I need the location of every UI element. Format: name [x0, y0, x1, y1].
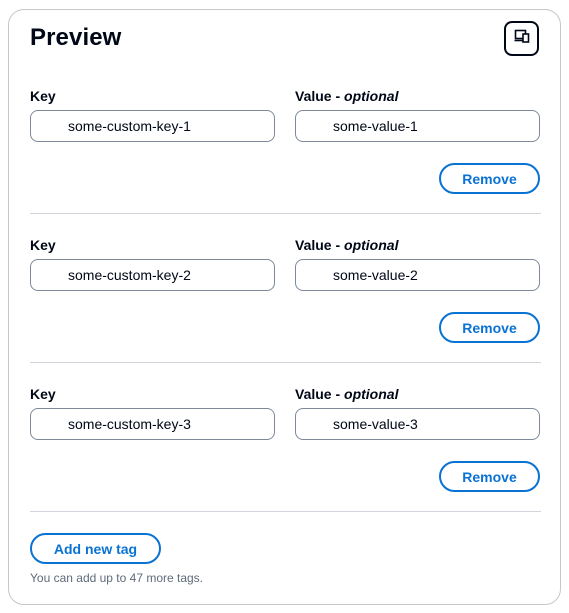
optional-label: optional — [344, 88, 399, 104]
value-input[interactable]: some-value-3 — [295, 408, 540, 440]
optional-label: optional — [344, 237, 399, 253]
divider — [30, 511, 541, 512]
value-input[interactable]: some-value-1 — [295, 110, 540, 142]
tag-row: Key Value - optional some-custom-key-3 s… — [9, 386, 562, 536]
value-input[interactable]: some-value-2 — [295, 259, 540, 291]
key-input[interactable]: some-custom-key-3 — [30, 408, 275, 440]
divider — [30, 213, 541, 214]
divider — [30, 362, 541, 363]
key-label: Key — [30, 386, 56, 402]
value-label: Value - optional — [295, 386, 398, 402]
key-label: Key — [30, 88, 56, 104]
add-new-tag-button[interactable]: Add new tag — [30, 533, 161, 564]
tag-editor-card: Preview Key Value - optional some-custom… — [8, 9, 561, 605]
value-label-text: Value - — [295, 386, 345, 402]
key-input[interactable]: some-custom-key-2 — [30, 259, 275, 291]
remove-button[interactable]: Remove — [439, 163, 540, 194]
remove-button[interactable]: Remove — [439, 312, 540, 343]
preview-window-icon — [514, 29, 530, 48]
key-input[interactable]: some-custom-key-1 — [30, 110, 275, 142]
value-label-text: Value - — [295, 237, 345, 253]
value-label-text: Value - — [295, 88, 345, 104]
tag-limit-hint: You can add up to 47 more tags. — [30, 571, 204, 585]
optional-label: optional — [344, 386, 399, 402]
tag-row: Key Value - optional some-custom-key-1 s… — [9, 88, 562, 238]
value-label: Value - optional — [295, 88, 398, 104]
key-label: Key — [30, 237, 56, 253]
remove-button[interactable]: Remove — [439, 461, 540, 492]
page-title: Preview — [30, 24, 122, 51]
tag-row: Key Value - optional some-custom-key-2 s… — [9, 237, 562, 387]
preview-toggle-button[interactable] — [504, 21, 539, 56]
value-label: Value - optional — [295, 237, 398, 253]
